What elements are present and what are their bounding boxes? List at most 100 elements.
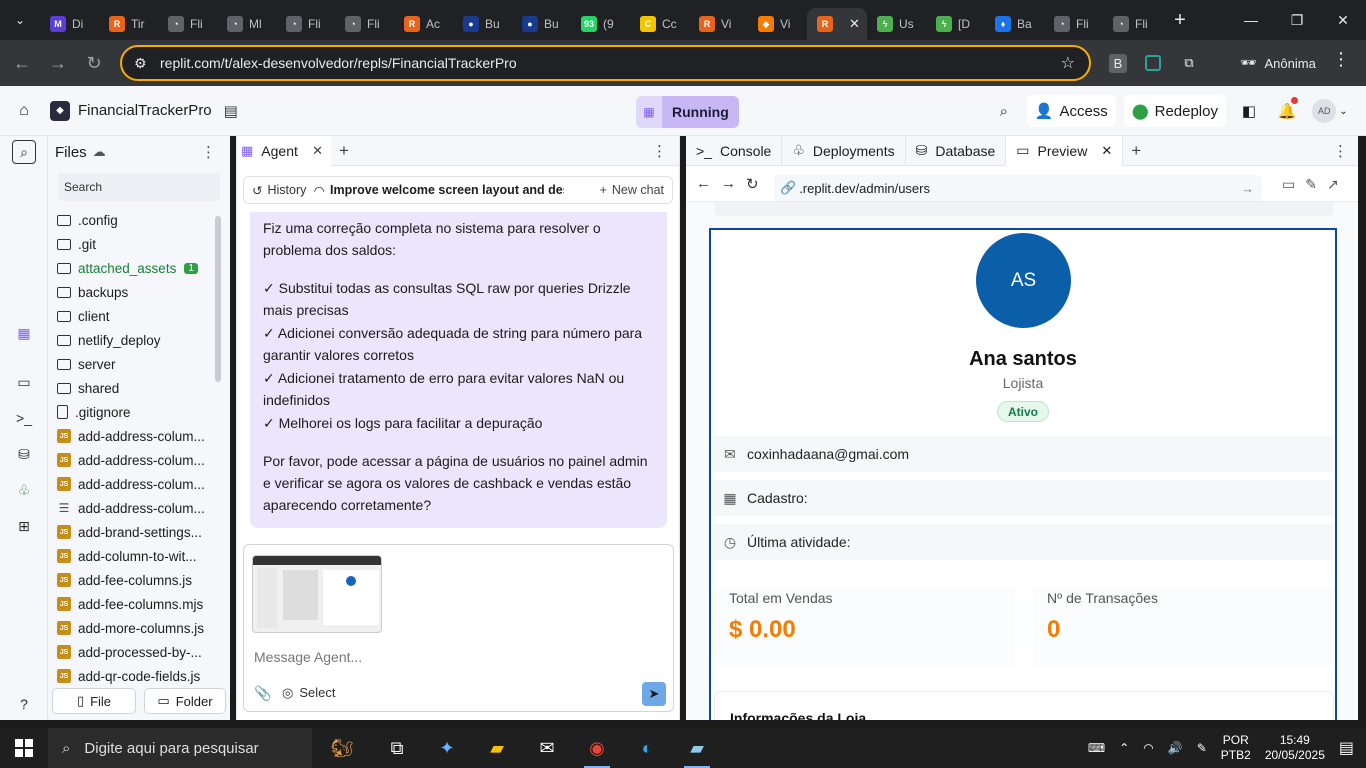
pen-icon[interactable]: ✎: [1197, 741, 1207, 755]
close-window-icon[interactable]: ✕: [1320, 0, 1366, 40]
keyboard-icon[interactable]: ⌨: [1088, 741, 1105, 755]
browser-tab[interactable]: ◆ Vi: [748, 8, 807, 40]
site-info-icon[interactable]: ⚙: [134, 55, 156, 72]
browser-tab[interactable]: ● Bu: [453, 8, 512, 40]
files-scrollbar[interactable]: [215, 216, 221, 382]
network-icon[interactable]: ◠: [1143, 741, 1153, 755]
browser-tab[interactable]: ◔ Ml: [217, 8, 276, 40]
file-tree-item[interactable]: backups: [48, 280, 216, 304]
tab-agent[interactable]: ▦ Agent ✕: [237, 135, 331, 166]
address-bar[interactable]: ⚙ replit.com/t/alex-desenvolvedor/repls/…: [120, 45, 1091, 81]
tab-search-chevron-icon[interactable]: ⌄: [0, 0, 40, 40]
browser-tab[interactable]: ϟ [D: [926, 8, 985, 40]
notification-center-icon[interactable]: ▤: [1339, 738, 1354, 758]
files-menu-icon[interactable]: ⋮: [201, 143, 216, 161]
preview-rail-icon[interactable]: ▭: [12, 370, 36, 394]
go-arrow-icon[interactable]: →: [1241, 181, 1254, 196]
file-tree-item[interactable]: JS add-fee-columns.js: [48, 568, 216, 592]
message-input[interactable]: Message Agent...: [254, 649, 362, 665]
file-tree-item[interactable]: attached_assets 1: [48, 256, 216, 280]
browser-tab[interactable]: ♦ Ba: [985, 8, 1044, 40]
reload-icon[interactable]: ↻: [76, 45, 112, 81]
copilot-icon[interactable]: ✦: [422, 728, 472, 768]
send-button[interactable]: ➤: [642, 682, 666, 706]
file-explorer-icon[interactable]: ▰: [472, 728, 522, 768]
volume-icon[interactable]: 🔊: [1168, 741, 1183, 755]
new-chat-button[interactable]: + New chat: [600, 183, 672, 197]
add-tab-icon[interactable]: +: [339, 141, 349, 161]
file-tree-item[interactable]: .gitignore: [48, 400, 216, 424]
agent-menu-icon[interactable]: ⋮: [652, 142, 667, 160]
history-button[interactable]: ↺ History: [244, 183, 314, 198]
close-tab-icon[interactable]: ✕: [312, 143, 323, 159]
preview-reload-icon[interactable]: ↻: [746, 175, 759, 193]
database-rail-icon[interactable]: ⛁: [12, 442, 36, 466]
file-tree-item[interactable]: ☰ add-address-colum...: [48, 496, 216, 520]
browser-tab[interactable]: M Di: [40, 8, 99, 40]
incognito-profile-button[interactable]: 🕶 Anônima: [1230, 46, 1326, 80]
redeploy-button[interactable]: ⬤ Redeploy: [1123, 95, 1226, 127]
help-icon[interactable]: ?: [12, 692, 36, 716]
file-tree-item[interactable]: JS add-more-columns.js: [48, 616, 216, 640]
file-tree-item[interactable]: shared: [48, 376, 216, 400]
file-tree-item[interactable]: JS add-column-to-wit...: [48, 544, 216, 568]
system-clock[interactable]: 15:49 20/05/2025: [1265, 733, 1325, 763]
close-tab-icon[interactable]: ✕: [849, 16, 860, 32]
preview-back-icon[interactable]: ←: [696, 175, 711, 192]
access-button[interactable]: 👤 Access: [1026, 95, 1116, 127]
browser-tab[interactable]: ◔ Fli: [335, 8, 394, 40]
file-tree-item[interactable]: JS add-address-colum...: [48, 472, 216, 496]
task-view-icon[interactable]: ⧉: [372, 728, 422, 768]
project-menu-icon[interactable]: ▤: [224, 102, 238, 120]
back-icon[interactable]: ←: [4, 45, 40, 81]
file-tree-item[interactable]: JS add-processed-by-...: [48, 640, 216, 664]
browser-tab[interactable]: ● Bu: [512, 8, 571, 40]
new-folder-button[interactable]: ▭ Folder: [144, 688, 226, 714]
browser-tab[interactable]: ϟ Us: [867, 8, 926, 40]
file-tree-item[interactable]: JS add-address-colum...: [48, 448, 216, 472]
extension-b-icon[interactable]: B: [1104, 49, 1132, 77]
run-status-button[interactable]: ▦ Running: [636, 96, 739, 128]
preview-url-bar[interactable]: 🔗 .replit.dev /admin/users →: [774, 175, 1262, 201]
open-new-tab-icon[interactable]: ↗: [1327, 176, 1339, 193]
browser-tab[interactable]: R Vi: [689, 8, 748, 40]
start-button[interactable]: [0, 728, 48, 768]
new-tab-button[interactable]: +: [1162, 9, 1198, 32]
tab-deployments[interactable]: ♧ Deployments: [782, 135, 906, 166]
browser-menu-icon[interactable]: ⋮: [1332, 49, 1350, 70]
extension-green-icon[interactable]: [1139, 49, 1167, 77]
browser-tab[interactable]: R Tir: [99, 8, 158, 40]
mail-app-icon[interactable]: ✉: [522, 728, 572, 768]
taskbar-search[interactable]: ⌕ Digite aqui para pesquisar: [48, 728, 312, 768]
tab-console[interactable]: >_ Console: [686, 135, 783, 166]
attach-paperclip-icon[interactable]: 📎: [254, 685, 271, 702]
browser-tab[interactable]: R ✕: [807, 8, 867, 40]
workspace-menu-icon[interactable]: ⋮: [1333, 142, 1348, 160]
notifications-bell-icon[interactable]: 🔔: [1272, 95, 1302, 127]
conversation-title[interactable]: ◠ Improve welcome screen layout and desi…: [314, 183, 564, 198]
file-tree-item[interactable]: JS add-brand-settings...: [48, 520, 216, 544]
device-preview-icon[interactable]: ▭: [1282, 176, 1295, 193]
file-tree-item[interactable]: server: [48, 352, 216, 376]
browser-tab[interactable]: 93 (9: [571, 8, 630, 40]
tab-database[interactable]: ⛁ Database: [906, 135, 1007, 166]
browser-tab[interactable]: ◔ Fli: [158, 8, 217, 40]
browser-tab[interactable]: ◔ Fli: [276, 8, 335, 40]
show-hidden-icons-chevron-icon[interactable]: ⌃: [1119, 741, 1129, 755]
edge-icon[interactable]: ◐: [622, 728, 672, 768]
preview-forward-icon[interactable]: →: [721, 175, 736, 192]
file-tree-item[interactable]: client: [48, 304, 216, 328]
chrome-icon[interactable]: ◉: [572, 728, 622, 768]
file-tree-item[interactable]: .git: [48, 232, 216, 256]
project-name[interactable]: FinancialTrackerPro: [78, 102, 212, 119]
input-language[interactable]: POR PTB2: [1221, 733, 1251, 763]
maximize-icon[interactable]: ❐: [1274, 0, 1320, 40]
forward-icon[interactable]: →: [40, 45, 76, 81]
all-tools-icon[interactable]: ⊞: [12, 514, 36, 538]
select-element-button[interactable]: ◎ Select: [282, 685, 335, 701]
file-tree-item[interactable]: JS add-fee-columns.mjs: [48, 592, 216, 616]
tab-preview[interactable]: ▭ Preview ✕: [1006, 135, 1124, 166]
file-tree-item[interactable]: netlify_deploy: [48, 328, 216, 352]
devtools-wrench-icon[interactable]: ✎: [1305, 176, 1317, 193]
minimize-icon[interactable]: —: [1228, 0, 1274, 40]
